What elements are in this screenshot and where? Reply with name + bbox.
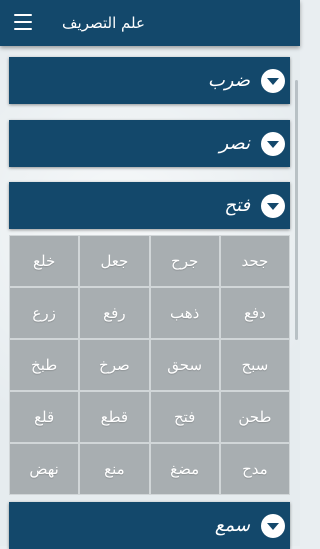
verb-cell[interactable]: رفع [80,288,149,338]
verb-panel-daraba[interactable]: ضرب [9,57,290,104]
panel-label: ضرب [207,70,250,91]
panel-label: نصر [219,133,250,154]
hamburger-menu-icon[interactable] [14,14,32,30]
verb-cell[interactable]: منع [80,444,149,494]
verb-cell[interactable]: سبح [220,340,289,390]
panel-label: سمع [214,515,250,536]
verb-panel-samia[interactable]: سمع [9,502,290,549]
chevron-down-icon[interactable] [261,69,285,93]
verb-cell[interactable]: جحد [220,236,289,286]
verb-cell[interactable]: فتح [150,392,219,442]
verb-cell[interactable]: جرح [150,236,219,286]
chevron-down-icon[interactable] [261,514,285,538]
app-title: علم التصريف [62,14,145,32]
verb-cell[interactable]: ذهب [150,288,219,338]
verb-cell[interactable]: قلع [10,392,79,442]
app-bar: علم التصريف [0,0,300,46]
chevron-down-icon[interactable] [261,132,285,156]
scrollbar[interactable] [295,80,298,340]
verb-cell[interactable]: خلع [10,236,79,286]
verb-cell[interactable]: طحن [220,392,289,442]
verb-cell[interactable]: نهض [10,444,79,494]
verb-panel-nasara[interactable]: نصر [9,120,290,167]
verb-panel-fataha[interactable]: فتح [9,182,290,229]
verb-cell[interactable]: زرع [10,288,79,338]
verb-cell[interactable]: طبخ [10,340,79,390]
panel-label: فتح [224,195,250,216]
verb-cell[interactable]: مضغ [150,444,219,494]
verb-cell[interactable]: دفع [220,288,289,338]
verb-cell[interactable]: قطع [80,392,149,442]
verb-cell[interactable]: مدح [220,444,289,494]
chevron-down-icon[interactable] [261,194,285,218]
verb-grid: خلع جعل جرح جحد زرع رفع ذهب دفع طبخ صرخ … [9,235,290,495]
verb-cell[interactable]: سحق [150,340,219,390]
verb-cell[interactable]: صرخ [80,340,149,390]
verb-cell[interactable]: جعل [80,236,149,286]
